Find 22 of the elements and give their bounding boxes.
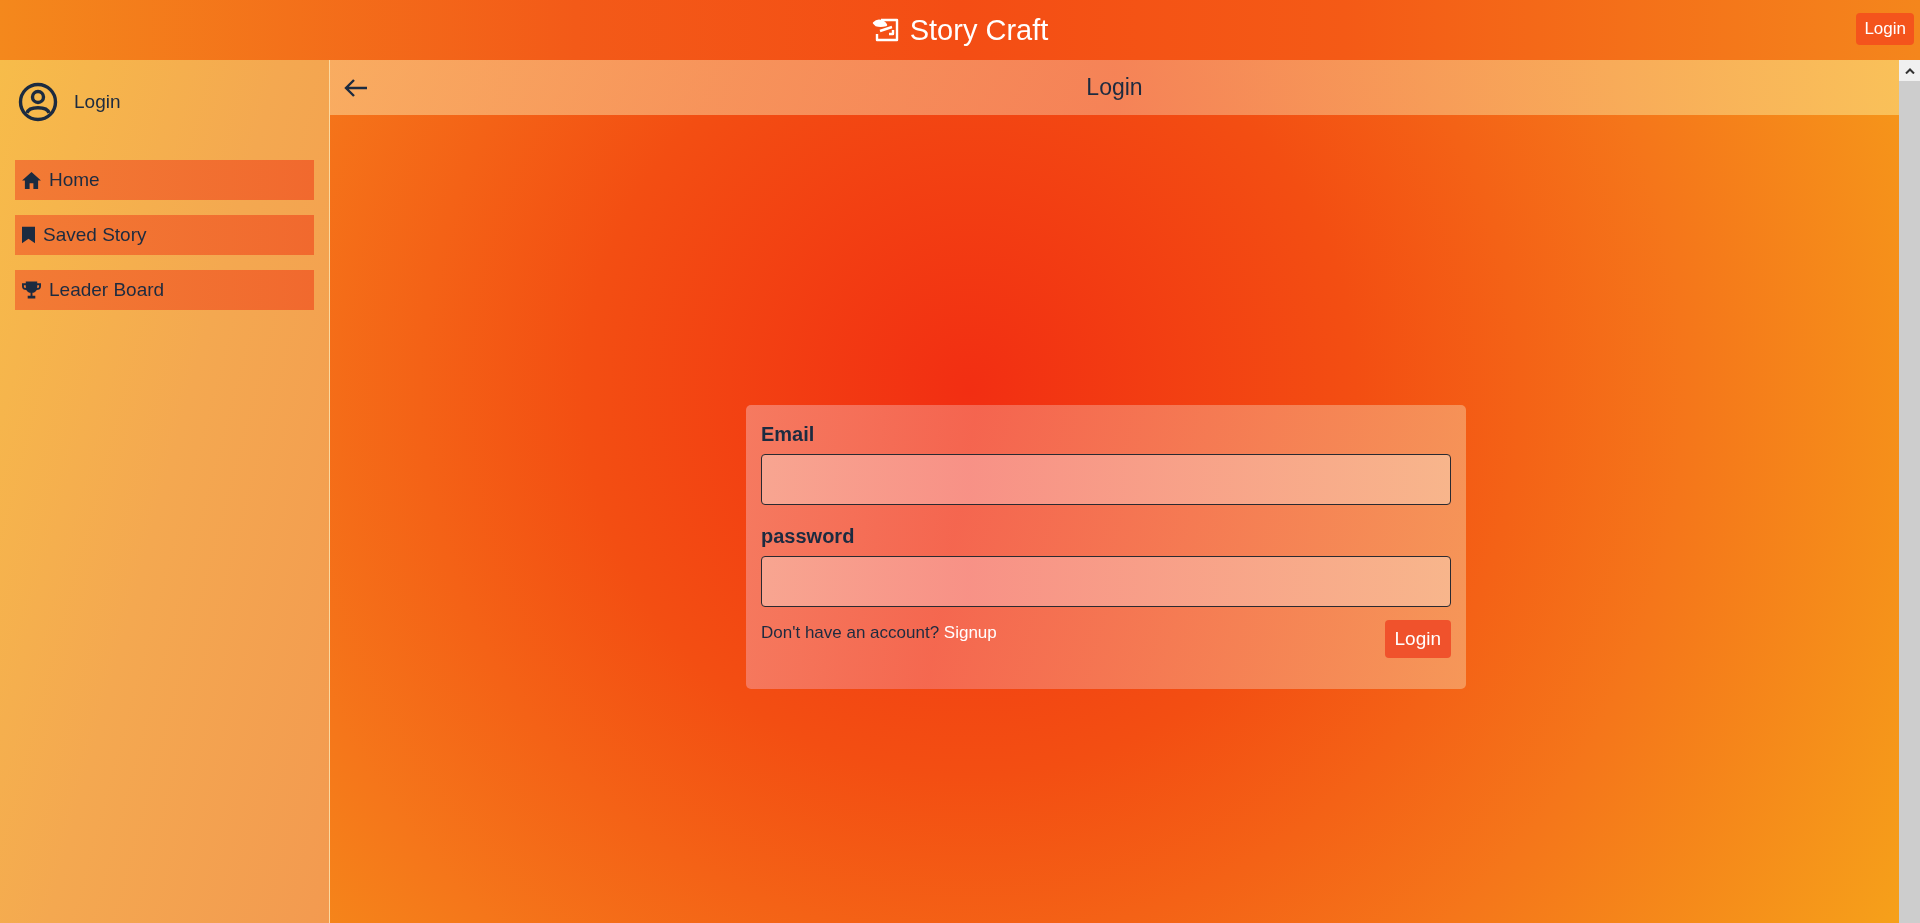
field-label: password [761,525,856,548]
page-title: Login [1086,74,1143,101]
field-label: Email [761,423,816,446]
bookmark-icon [22,226,35,244]
signup-prompt: Don't have an account? Signup [761,623,997,643]
app-title: Story Craft [909,13,1049,47]
trophy-icon [22,281,41,299]
home-icon [22,171,41,189]
login-button[interactable]: Login [1856,13,1914,45]
input-field[interactable] [761,454,1451,505]
login-submit-button[interactable]: Login [1384,620,1451,658]
scrollbar[interactable] [1899,60,1920,923]
scroll-up-icon[interactable] [1904,67,1915,74]
sidebar-item[interactable]: Leader Board [15,270,314,310]
back-arrow-icon[interactable] [344,78,368,98]
sidebar-item[interactable]: Saved Story [15,215,314,255]
user-icon [18,82,58,122]
user-label[interactable]: Login [74,91,121,113]
logo-icon [871,17,900,43]
signup-link[interactable]: Signup [943,623,997,642]
sidebar-item[interactable]: Home [15,160,314,200]
input-field[interactable] [761,556,1451,607]
